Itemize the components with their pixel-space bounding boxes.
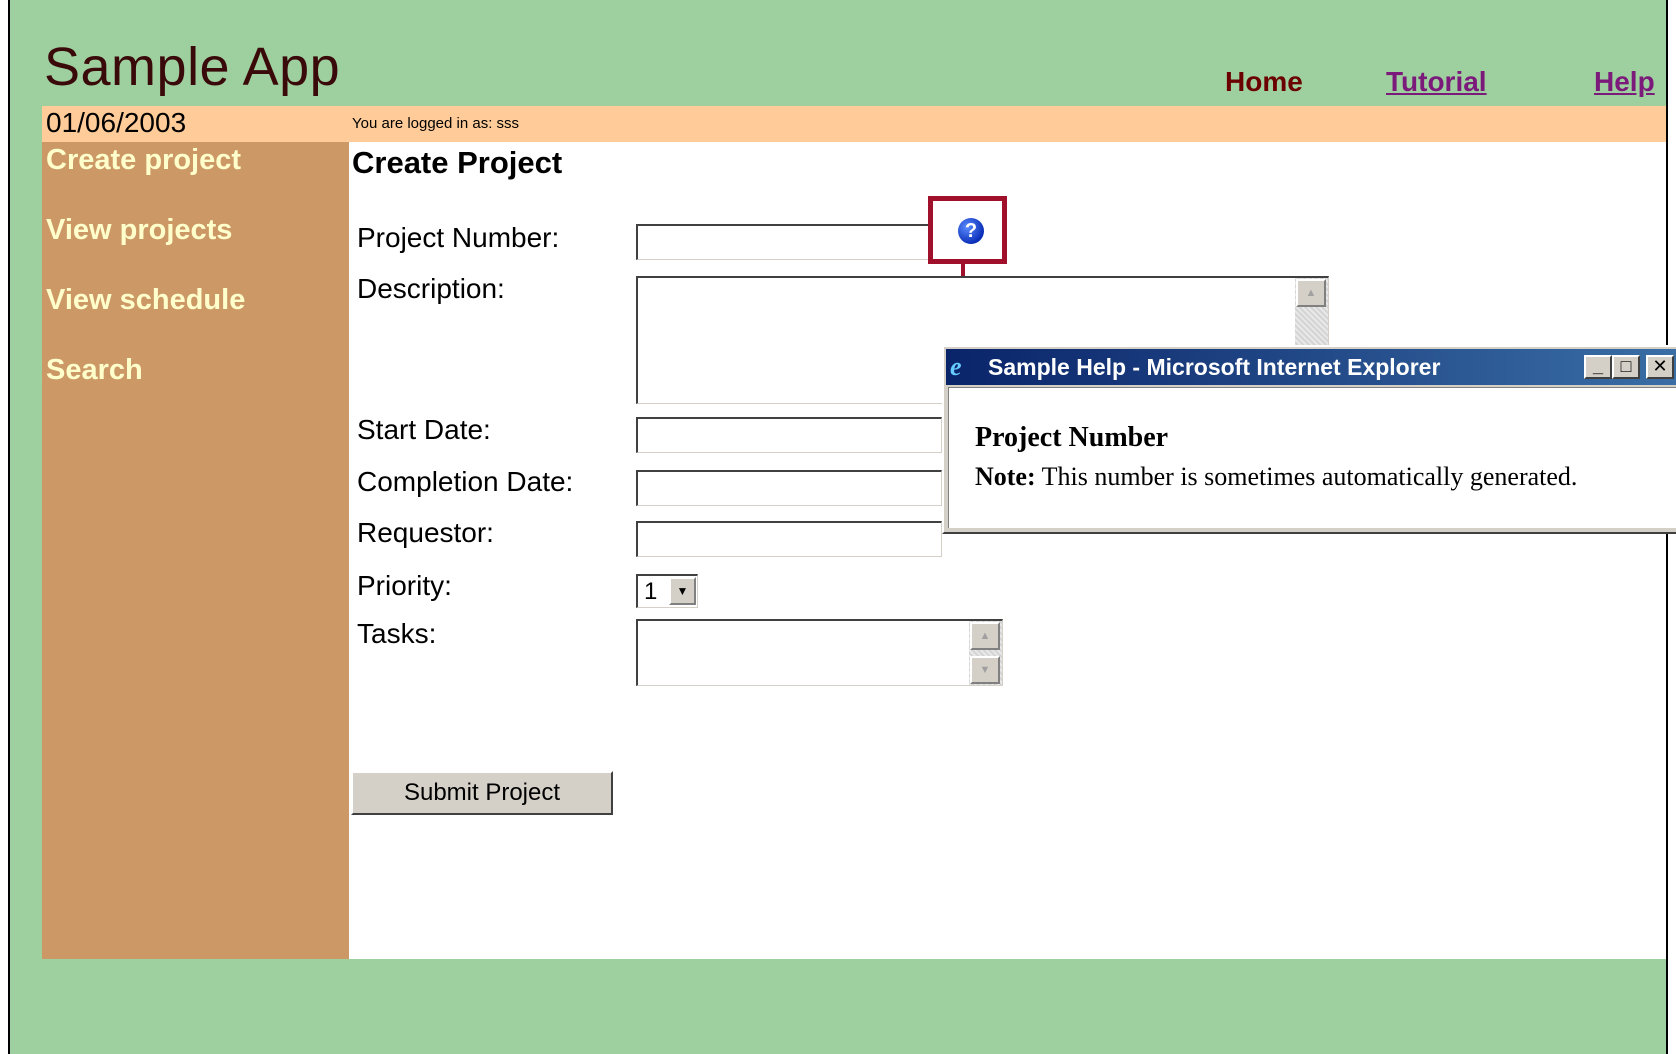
help-popup-window: e Sample Help - Microsoft Internet Explo… [942,345,1676,534]
page-title: Create Project [352,145,563,180]
nav-home-link[interactable]: Home [1225,66,1303,98]
maximize-icon[interactable]: □ [1612,355,1640,379]
start-date-input[interactable] [636,417,942,453]
internet-explorer-icon: e [950,352,962,381]
priority-select[interactable]: 1 ▼ [636,574,698,608]
close-icon[interactable]: ✕ [1646,355,1674,379]
scroll-up-icon[interactable]: ▲ [970,622,1000,650]
project-number-input[interactable] [636,224,936,260]
tasks-scrollbar[interactable]: ▲ ▼ [969,621,1002,685]
nav-tutorial-link[interactable]: Tutorial [1386,66,1487,98]
popup-note-text: This number is sometimes automatically g… [1041,462,1578,491]
popup-note: Note: This number is sometimes automatic… [975,462,1577,492]
tasks-textarea[interactable]: ▲ ▼ [636,619,1003,686]
sidebar-item-view-projects[interactable]: View projects [46,214,232,247]
popup-heading: Project Number [975,422,1169,453]
requestor-input[interactable] [636,521,942,557]
app-window: Sample App Home Tutorial Help 01/06/2003… [8,0,1676,1054]
completion-date-label: Completion Date: [357,466,574,497]
start-date-label: Start Date: [357,414,491,445]
main-content: Create Project Project Number: ? Descrip… [349,142,1666,959]
question-mark-icon[interactable]: ? [958,218,984,244]
project-number-label: Project Number: [357,222,560,253]
priority-label: Priority: [357,570,452,601]
sidebar-item-search[interactable]: Search [46,354,143,387]
sidebar: Create project View projects View schedu… [42,142,349,959]
info-bar: 01/06/2003 You are logged in as: sss [42,106,1666,142]
popup-title: Sample Help - Microsoft Internet Explore… [988,354,1441,380]
submit-project-button[interactable]: Submit Project [351,771,613,815]
sidebar-item-create-project[interactable]: Create project [46,144,241,177]
nav-help-link[interactable]: Help [1594,66,1655,98]
login-status: You are logged in as: sss [352,115,520,132]
popup-title-bar[interactable]: e Sample Help - Microsoft Internet Explo… [946,349,1676,385]
chevron-down-icon[interactable]: ▼ [669,577,696,605]
tasks-label: Tasks: [357,618,437,649]
requestor-label: Requestor: [357,517,494,548]
app-title: Sample App [44,37,341,97]
popup-body: Project Number Note: This number is some… [948,387,1676,528]
sidebar-item-view-schedule[interactable]: View schedule [46,284,245,317]
popup-note-label: Note: [975,462,1036,491]
description-label: Description: [357,273,505,304]
scroll-down-icon[interactable]: ▼ [970,656,1000,684]
minimize-icon[interactable]: _ [1584,355,1612,379]
current-date: 01/06/2003 [46,107,187,138]
priority-value: 1 [644,578,658,605]
completion-date-input[interactable] [636,470,942,506]
help-icon-highlight: ? [928,196,1007,264]
scroll-up-icon[interactable]: ▲ [1296,279,1326,307]
